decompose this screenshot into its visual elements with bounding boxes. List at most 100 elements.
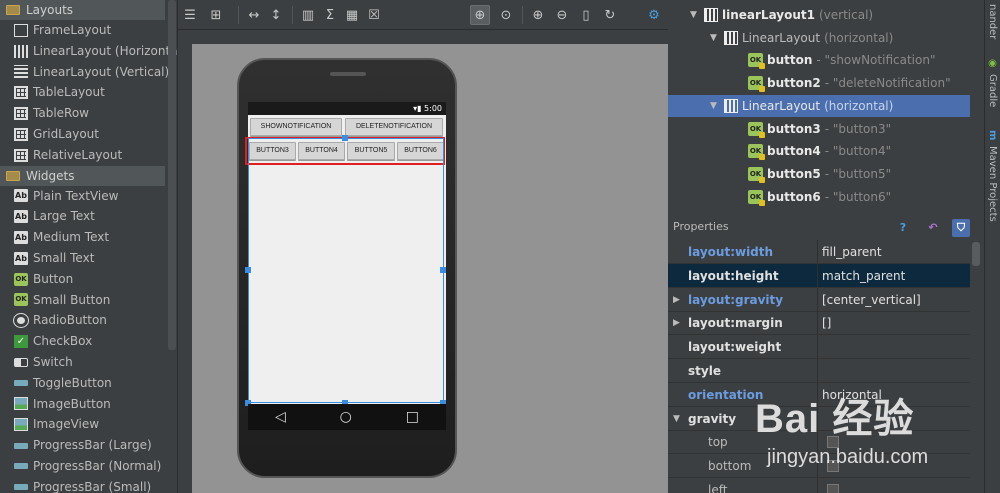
property-value[interactable]: [center_vertical] — [818, 288, 921, 311]
zoom-out-icon[interactable]: ⊖ — [552, 5, 572, 25]
property-value[interactable] — [818, 407, 822, 430]
palette-item[interactable]: TableLayout — [0, 82, 165, 103]
properties-header: Properties ? ↶ ⛉ — [668, 214, 984, 240]
right-tool-strip: nander ◉ Gradle m Maven Projects — [984, 0, 1000, 493]
property-row[interactable]: ▶ layout:gravity [center_vertical] — [668, 287, 970, 312]
clear-constraints-icon[interactable]: ☒ — [364, 5, 384, 25]
tree-node[interactable]: OK button4- "button4" — [748, 140, 891, 162]
palette-item[interactable]: Ab Plain TextView — [0, 186, 165, 207]
gear-icon[interactable]: ⚙ — [644, 5, 664, 25]
property-checkbox[interactable] — [827, 484, 839, 493]
palette-item[interactable]: ToggleButton — [0, 373, 165, 394]
property-value[interactable]: match_parent — [818, 264, 905, 287]
zoom-fit-icon[interactable]: ⊕ — [470, 5, 490, 25]
tree-node[interactable]: OK button3- "button3" — [748, 118, 891, 140]
status-bar: ▾▮ 5:00 — [248, 102, 446, 115]
zoom-actual-icon[interactable]: ⊙ — [496, 5, 516, 25]
property-value[interactable]: [] — [818, 311, 831, 334]
palette-item[interactable]: RadioButton — [0, 310, 165, 331]
screenshot-icon[interactable]: ▯ — [576, 5, 596, 25]
resize-handle[interactable] — [440, 267, 446, 273]
property-row[interactable]: top — [668, 430, 970, 455]
property-row[interactable]: style — [668, 359, 970, 383]
grid-icon[interactable]: ▦ — [342, 5, 362, 25]
back-icon[interactable]: ◁ — [275, 409, 286, 425]
properties-scrollbar[interactable] — [972, 242, 980, 266]
palette-item[interactable]: GridLayout — [0, 124, 165, 145]
palette-item[interactable]: ✓ CheckBox — [0, 331, 165, 352]
palette-item[interactable]: OK Small Button — [0, 290, 165, 311]
expand-triangle-icon[interactable]: ▼ — [690, 4, 700, 26]
gradle-tab[interactable]: Gradle — [987, 74, 998, 107]
palette-item[interactable]: FrameLayout — [0, 20, 165, 41]
maven-tab[interactable]: Maven Projects — [987, 146, 998, 222]
property-row[interactable]: layout:width fill_parent — [668, 240, 970, 264]
expand-triangle-icon[interactable]: ▼ — [710, 95, 720, 117]
hamburger-icon[interactable]: ☰ — [180, 5, 200, 25]
tree-node[interactable]: ▼ LinearLayout (horizontal) — [668, 94, 970, 117]
filter-icon[interactable]: ⛉ — [952, 219, 970, 237]
expand-triangle-icon[interactable]: ▼ — [710, 27, 720, 49]
fit-width-icon[interactable]: ↔ — [244, 5, 264, 25]
property-checkbox[interactable] — [827, 460, 839, 473]
expand-arrow-icon[interactable]: ▼ — [673, 407, 680, 431]
device-dropdown-icon[interactable]: ⊞ — [206, 5, 226, 25]
palette-item[interactable]: OK Button — [0, 269, 165, 290]
property-value[interactable] — [818, 454, 839, 477]
refresh-icon[interactable]: ↻ — [600, 5, 620, 25]
tree-node[interactable]: OK button2- "deleteNotification" — [748, 72, 951, 94]
property-value[interactable] — [818, 359, 822, 382]
recents-icon[interactable]: □ — [406, 409, 419, 425]
palette-item[interactable]: ImageView — [0, 414, 165, 435]
zoom-in-icon[interactable]: ⊕ — [528, 5, 548, 25]
property-row[interactable]: ▶ layout:margin [] — [668, 311, 970, 336]
tree-node[interactable]: ▼ LinearLayout (horizontal) — [710, 27, 893, 49]
property-row[interactable]: bottom — [668, 454, 970, 479]
palette-group-1[interactable]: Widgets — [0, 165, 165, 186]
property-row[interactable]: layout:height match_parent — [668, 263, 970, 288]
palette-item[interactable]: ProgressBar (Large) — [0, 435, 165, 456]
sigma-icon[interactable]: Σ — [320, 5, 340, 25]
widget-icon — [14, 314, 28, 328]
help-icon[interactable]: ? — [894, 219, 912, 237]
folder-icon — [6, 5, 20, 15]
property-row[interactable]: layout:weight — [668, 335, 970, 360]
palette-item[interactable]: Ab Small Text — [0, 248, 165, 269]
property-row[interactable]: ▼ gravity — [668, 406, 970, 431]
resize-handle[interactable] — [245, 267, 251, 273]
palette-item[interactable]: ImageButton — [0, 394, 165, 415]
resize-handle[interactable] — [342, 135, 348, 141]
tree-node[interactable]: OK button5- "button5" — [748, 163, 891, 185]
property-value[interactable]: horizontal — [818, 383, 882, 406]
property-row[interactable]: orientation horizontal — [668, 382, 970, 407]
tree-node[interactable]: OK button - "showNotification" — [748, 49, 935, 71]
palette-item[interactable]: Ab Large Text — [0, 206, 165, 227]
palette-item[interactable]: TableRow — [0, 103, 165, 124]
fit-height-icon[interactable]: ↕ — [266, 5, 286, 25]
expand-arrow-icon[interactable]: ▶ — [673, 311, 680, 335]
property-value[interactable] — [818, 478, 839, 493]
property-value[interactable]: fill_parent — [818, 240, 882, 263]
tree-node[interactable]: OK button6- "button6" — [748, 186, 891, 208]
palette-item[interactable]: LinearLayout (Horizontal) — [0, 41, 177, 62]
distribute-icon[interactable]: ▥ — [298, 5, 318, 25]
palette-item[interactable]: ProgressBar (Small) — [0, 477, 165, 493]
property-value[interactable] — [818, 335, 822, 358]
home-icon[interactable]: ○ — [340, 409, 352, 425]
palette-item[interactable]: LinearLayout (Vertical) — [0, 62, 169, 83]
palette-item[interactable]: Switch — [0, 352, 165, 373]
show-notification-button[interactable]: SHOWNOTIFICATION — [250, 118, 342, 136]
tree-node[interactable]: ▼ linearLayout1 (vertical) — [690, 4, 873, 26]
palette-item[interactable]: RelativeLayout — [0, 145, 165, 166]
palette-scrollbar[interactable] — [168, 0, 176, 350]
delete-notification-button[interactable]: DELETENOTIFICATION — [345, 118, 443, 136]
property-checkbox[interactable] — [827, 436, 839, 449]
palette-item[interactable]: ProgressBar (Normal) — [0, 456, 165, 477]
undo-icon[interactable]: ↶ — [924, 219, 942, 237]
property-value[interactable] — [818, 430, 839, 453]
tool-tab-partial[interactable]: nander — [987, 4, 998, 39]
palette-item[interactable]: Ab Medium Text — [0, 227, 165, 248]
expand-arrow-icon[interactable]: ▶ — [673, 288, 680, 312]
property-row[interactable]: left — [668, 478, 970, 493]
palette-group-0[interactable]: Layouts — [0, 0, 165, 20]
